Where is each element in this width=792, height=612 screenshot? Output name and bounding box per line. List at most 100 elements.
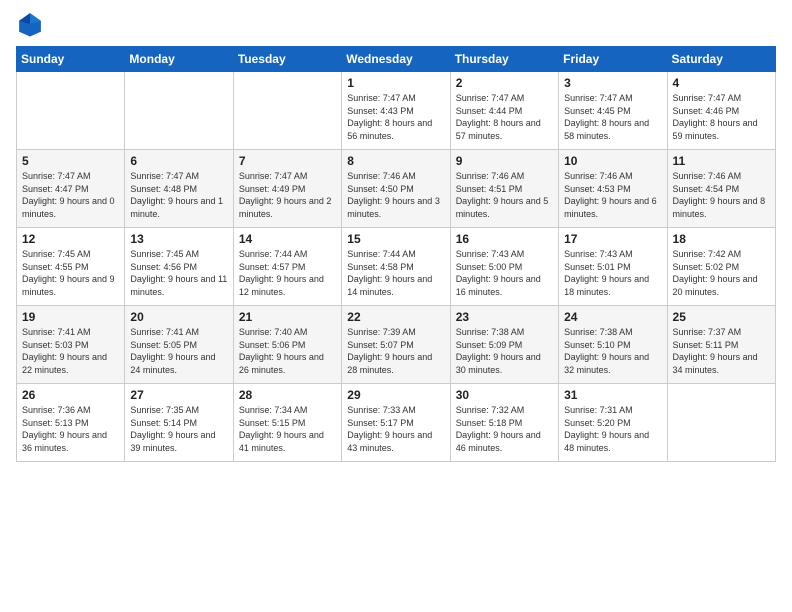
calendar-cell: 21 Sunrise: 7:40 AM Sunset: 5:06 PM Dayli… [233,306,341,384]
calendar-cell [667,384,775,462]
weekday-header: Tuesday [233,47,341,72]
calendar-week-row: 19 Sunrise: 7:41 AM Sunset: 5:03 PM Dayli… [17,306,776,384]
calendar-cell: 23 Sunrise: 7:38 AM Sunset: 5:09 PM Dayli… [450,306,558,384]
day-info: Sunrise: 7:32 AM Sunset: 5:18 PM Dayligh… [456,404,553,454]
day-info: Sunrise: 7:44 AM Sunset: 4:58 PM Dayligh… [347,248,444,298]
day-number: 30 [456,388,553,402]
calendar-week-row: 1Sunrise: 7:47 AM Sunset: 4:43 PM Daylig… [17,72,776,150]
day-info: Sunrise: 7:35 AM Sunset: 5:14 PM Dayligh… [130,404,227,454]
day-number: 29 [347,388,444,402]
day-info: Sunrise: 7:45 AM Sunset: 4:56 PM Dayligh… [130,248,227,298]
calendar-cell: 28 Sunrise: 7:34 AM Sunset: 5:15 PM Dayli… [233,384,341,462]
calendar-cell: 7 Sunrise: 7:47 AM Sunset: 4:49 PM Daylig… [233,150,341,228]
calendar-week-row: 12Sunrise: 7:45 AM Sunset: 4:55 PM Dayli… [17,228,776,306]
calendar-cell: 20 Sunrise: 7:41 AM Sunset: 5:05 PM Dayli… [125,306,233,384]
day-info: Sunrise: 7:39 AM Sunset: 5:07 PM Dayligh… [347,326,444,376]
calendar-cell: 5 Sunrise: 7:47 AM Sunset: 4:47 PM Daylig… [17,150,125,228]
calendar-cell: 10 Sunrise: 7:46 AM Sunset: 4:53 PM Dayli… [559,150,667,228]
day-number: 27 [130,388,227,402]
weekday-header: Wednesday [342,47,450,72]
day-info: Sunrise: 7:34 AM Sunset: 5:15 PM Dayligh… [239,404,336,454]
day-number: 25 [673,310,770,324]
day-info: Sunrise: 7:47 AM Sunset: 4:43 PM Dayligh… [347,92,444,142]
day-number: 19 [22,310,119,324]
header-area [16,10,776,38]
weekday-header-row: SundayMondayTuesdayWednesdayThursdayFrid… [17,47,776,72]
calendar-cell: 15Sunrise: 7:44 AM Sunset: 4:58 PM Dayli… [342,228,450,306]
calendar-cell [233,72,341,150]
calendar-cell: 24Sunrise: 7:38 AM Sunset: 5:10 PM Dayli… [559,306,667,384]
calendar-cell: 8 Sunrise: 7:46 AM Sunset: 4:50 PM Daylig… [342,150,450,228]
day-info: Sunrise: 7:43 AM Sunset: 5:01 PM Dayligh… [564,248,661,298]
logo-icon [16,10,44,38]
day-info: Sunrise: 7:41 AM Sunset: 5:05 PM Dayligh… [130,326,227,376]
day-info: Sunrise: 7:46 AM Sunset: 4:54 PM Dayligh… [673,170,770,220]
calendar-cell: 31 Sunrise: 7:31 AM Sunset: 5:20 PM Dayli… [559,384,667,462]
day-number: 9 [456,154,553,168]
day-info: Sunrise: 7:43 AM Sunset: 5:00 PM Dayligh… [456,248,553,298]
day-info: Sunrise: 7:46 AM Sunset: 4:50 PM Dayligh… [347,170,444,220]
calendar-cell: 27 Sunrise: 7:35 AM Sunset: 5:14 PM Dayli… [125,384,233,462]
day-number: 3 [564,76,661,90]
day-info: Sunrise: 7:36 AM Sunset: 5:13 PM Dayligh… [22,404,119,454]
calendar-cell: 30 Sunrise: 7:32 AM Sunset: 5:18 PM Dayli… [450,384,558,462]
day-info: Sunrise: 7:47 AM Sunset: 4:48 PM Dayligh… [130,170,227,220]
day-info: Sunrise: 7:47 AM Sunset: 4:49 PM Dayligh… [239,170,336,220]
day-info: Sunrise: 7:46 AM Sunset: 4:51 PM Dayligh… [456,170,553,220]
day-number: 18 [673,232,770,246]
day-number: 23 [456,310,553,324]
calendar-week-row: 5 Sunrise: 7:47 AM Sunset: 4:47 PM Daylig… [17,150,776,228]
day-info: Sunrise: 7:47 AM Sunset: 4:46 PM Dayligh… [673,92,770,142]
day-info: Sunrise: 7:33 AM Sunset: 5:17 PM Dayligh… [347,404,444,454]
calendar-week-row: 26 Sunrise: 7:36 AM Sunset: 5:13 PM Dayli… [17,384,776,462]
day-info: Sunrise: 7:37 AM Sunset: 5:11 PM Dayligh… [673,326,770,376]
weekday-header: Monday [125,47,233,72]
calendar-cell: 2 Sunrise: 7:47 AM Sunset: 4:44 PM Daylig… [450,72,558,150]
day-number: 22 [347,310,444,324]
calendar-cell: 12Sunrise: 7:45 AM Sunset: 4:55 PM Dayli… [17,228,125,306]
day-number: 13 [130,232,227,246]
calendar-cell: 13 Sunrise: 7:45 AM Sunset: 4:56 PM Dayli… [125,228,233,306]
calendar-cell: 1Sunrise: 7:47 AM Sunset: 4:43 PM Daylig… [342,72,450,150]
weekday-header: Thursday [450,47,558,72]
calendar-cell: 17 Sunrise: 7:43 AM Sunset: 5:01 PM Dayli… [559,228,667,306]
day-number: 4 [673,76,770,90]
day-number: 2 [456,76,553,90]
day-info: Sunrise: 7:47 AM Sunset: 4:47 PM Dayligh… [22,170,119,220]
day-info: Sunrise: 7:46 AM Sunset: 4:53 PM Dayligh… [564,170,661,220]
calendar-cell: 25 Sunrise: 7:37 AM Sunset: 5:11 PM Dayli… [667,306,775,384]
day-info: Sunrise: 7:38 AM Sunset: 5:09 PM Dayligh… [456,326,553,376]
calendar-cell: 29 Sunrise: 7:33 AM Sunset: 5:17 PM Dayli… [342,384,450,462]
day-number: 20 [130,310,227,324]
calendar-cell: 3 Sunrise: 7:47 AM Sunset: 4:45 PM Daylig… [559,72,667,150]
day-info: Sunrise: 7:38 AM Sunset: 5:10 PM Dayligh… [564,326,661,376]
weekday-header: Friday [559,47,667,72]
day-number: 17 [564,232,661,246]
main-container: SundayMondayTuesdayWednesdayThursdayFrid… [0,0,792,472]
calendar-cell: 18Sunrise: 7:42 AM Sunset: 5:02 PM Dayli… [667,228,775,306]
day-number: 14 [239,232,336,246]
day-number: 5 [22,154,119,168]
calendar-cell: 16Sunrise: 7:43 AM Sunset: 5:00 PM Dayli… [450,228,558,306]
day-number: 12 [22,232,119,246]
day-number: 28 [239,388,336,402]
day-number: 21 [239,310,336,324]
day-number: 11 [673,154,770,168]
day-info: Sunrise: 7:40 AM Sunset: 5:06 PM Dayligh… [239,326,336,376]
calendar-cell: 9 Sunrise: 7:46 AM Sunset: 4:51 PM Daylig… [450,150,558,228]
day-info: Sunrise: 7:41 AM Sunset: 5:03 PM Dayligh… [22,326,119,376]
day-info: Sunrise: 7:31 AM Sunset: 5:20 PM Dayligh… [564,404,661,454]
day-info: Sunrise: 7:47 AM Sunset: 4:45 PM Dayligh… [564,92,661,142]
logo [16,10,48,38]
weekday-header: Saturday [667,47,775,72]
calendar-cell: 4 Sunrise: 7:47 AM Sunset: 4:46 PM Daylig… [667,72,775,150]
day-number: 8 [347,154,444,168]
calendar-cell: 22 Sunrise: 7:39 AM Sunset: 5:07 PM Dayli… [342,306,450,384]
day-info: Sunrise: 7:44 AM Sunset: 4:57 PM Dayligh… [239,248,336,298]
day-number: 7 [239,154,336,168]
day-number: 31 [564,388,661,402]
day-number: 10 [564,154,661,168]
calendar-table: SundayMondayTuesdayWednesdayThursdayFrid… [16,46,776,462]
day-number: 26 [22,388,119,402]
day-info: Sunrise: 7:47 AM Sunset: 4:44 PM Dayligh… [456,92,553,142]
